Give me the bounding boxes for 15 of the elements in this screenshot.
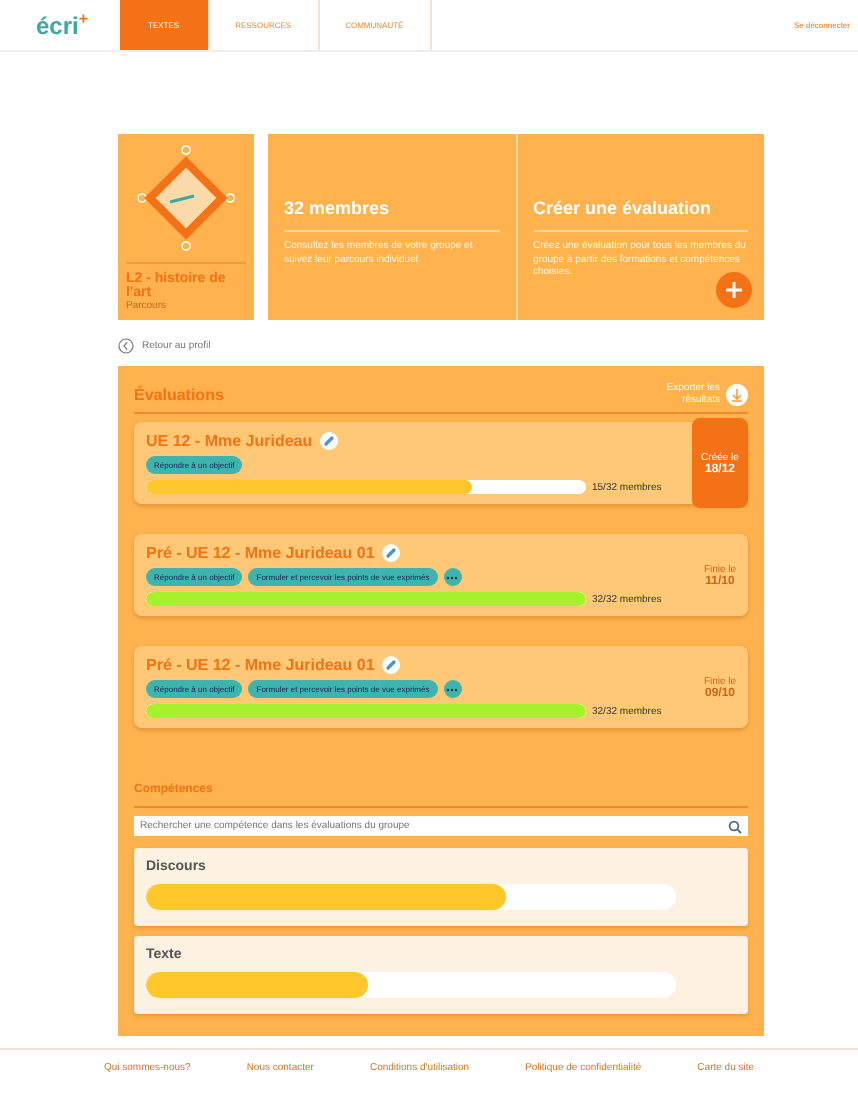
more-button[interactable] — [443, 680, 462, 698]
evaluation-title: Pré - UE 12 - Mme Jurideau 01 — [146, 544, 375, 562]
card-title: 32 membres — [284, 174, 499, 232]
card-title: Créer une évaluation — [533, 174, 748, 232]
section-title: Évaluations — [134, 385, 226, 403]
add-button[interactable] — [716, 272, 752, 308]
search-icon[interactable] — [728, 819, 742, 833]
more-button[interactable] — [443, 568, 462, 586]
download-icon[interactable] — [726, 383, 748, 405]
evaluation-title: Pré - UE 12 - Mme Jurideau 01 — [146, 656, 375, 674]
plus-icon — [724, 280, 744, 300]
back-icon[interactable] — [118, 338, 134, 354]
logo: écri$^{+}$ — [36, 10, 91, 40]
diamond-chart-icon — [134, 142, 238, 254]
evaluation-title: UE 12 - Mme Jurideau — [146, 432, 313, 450]
